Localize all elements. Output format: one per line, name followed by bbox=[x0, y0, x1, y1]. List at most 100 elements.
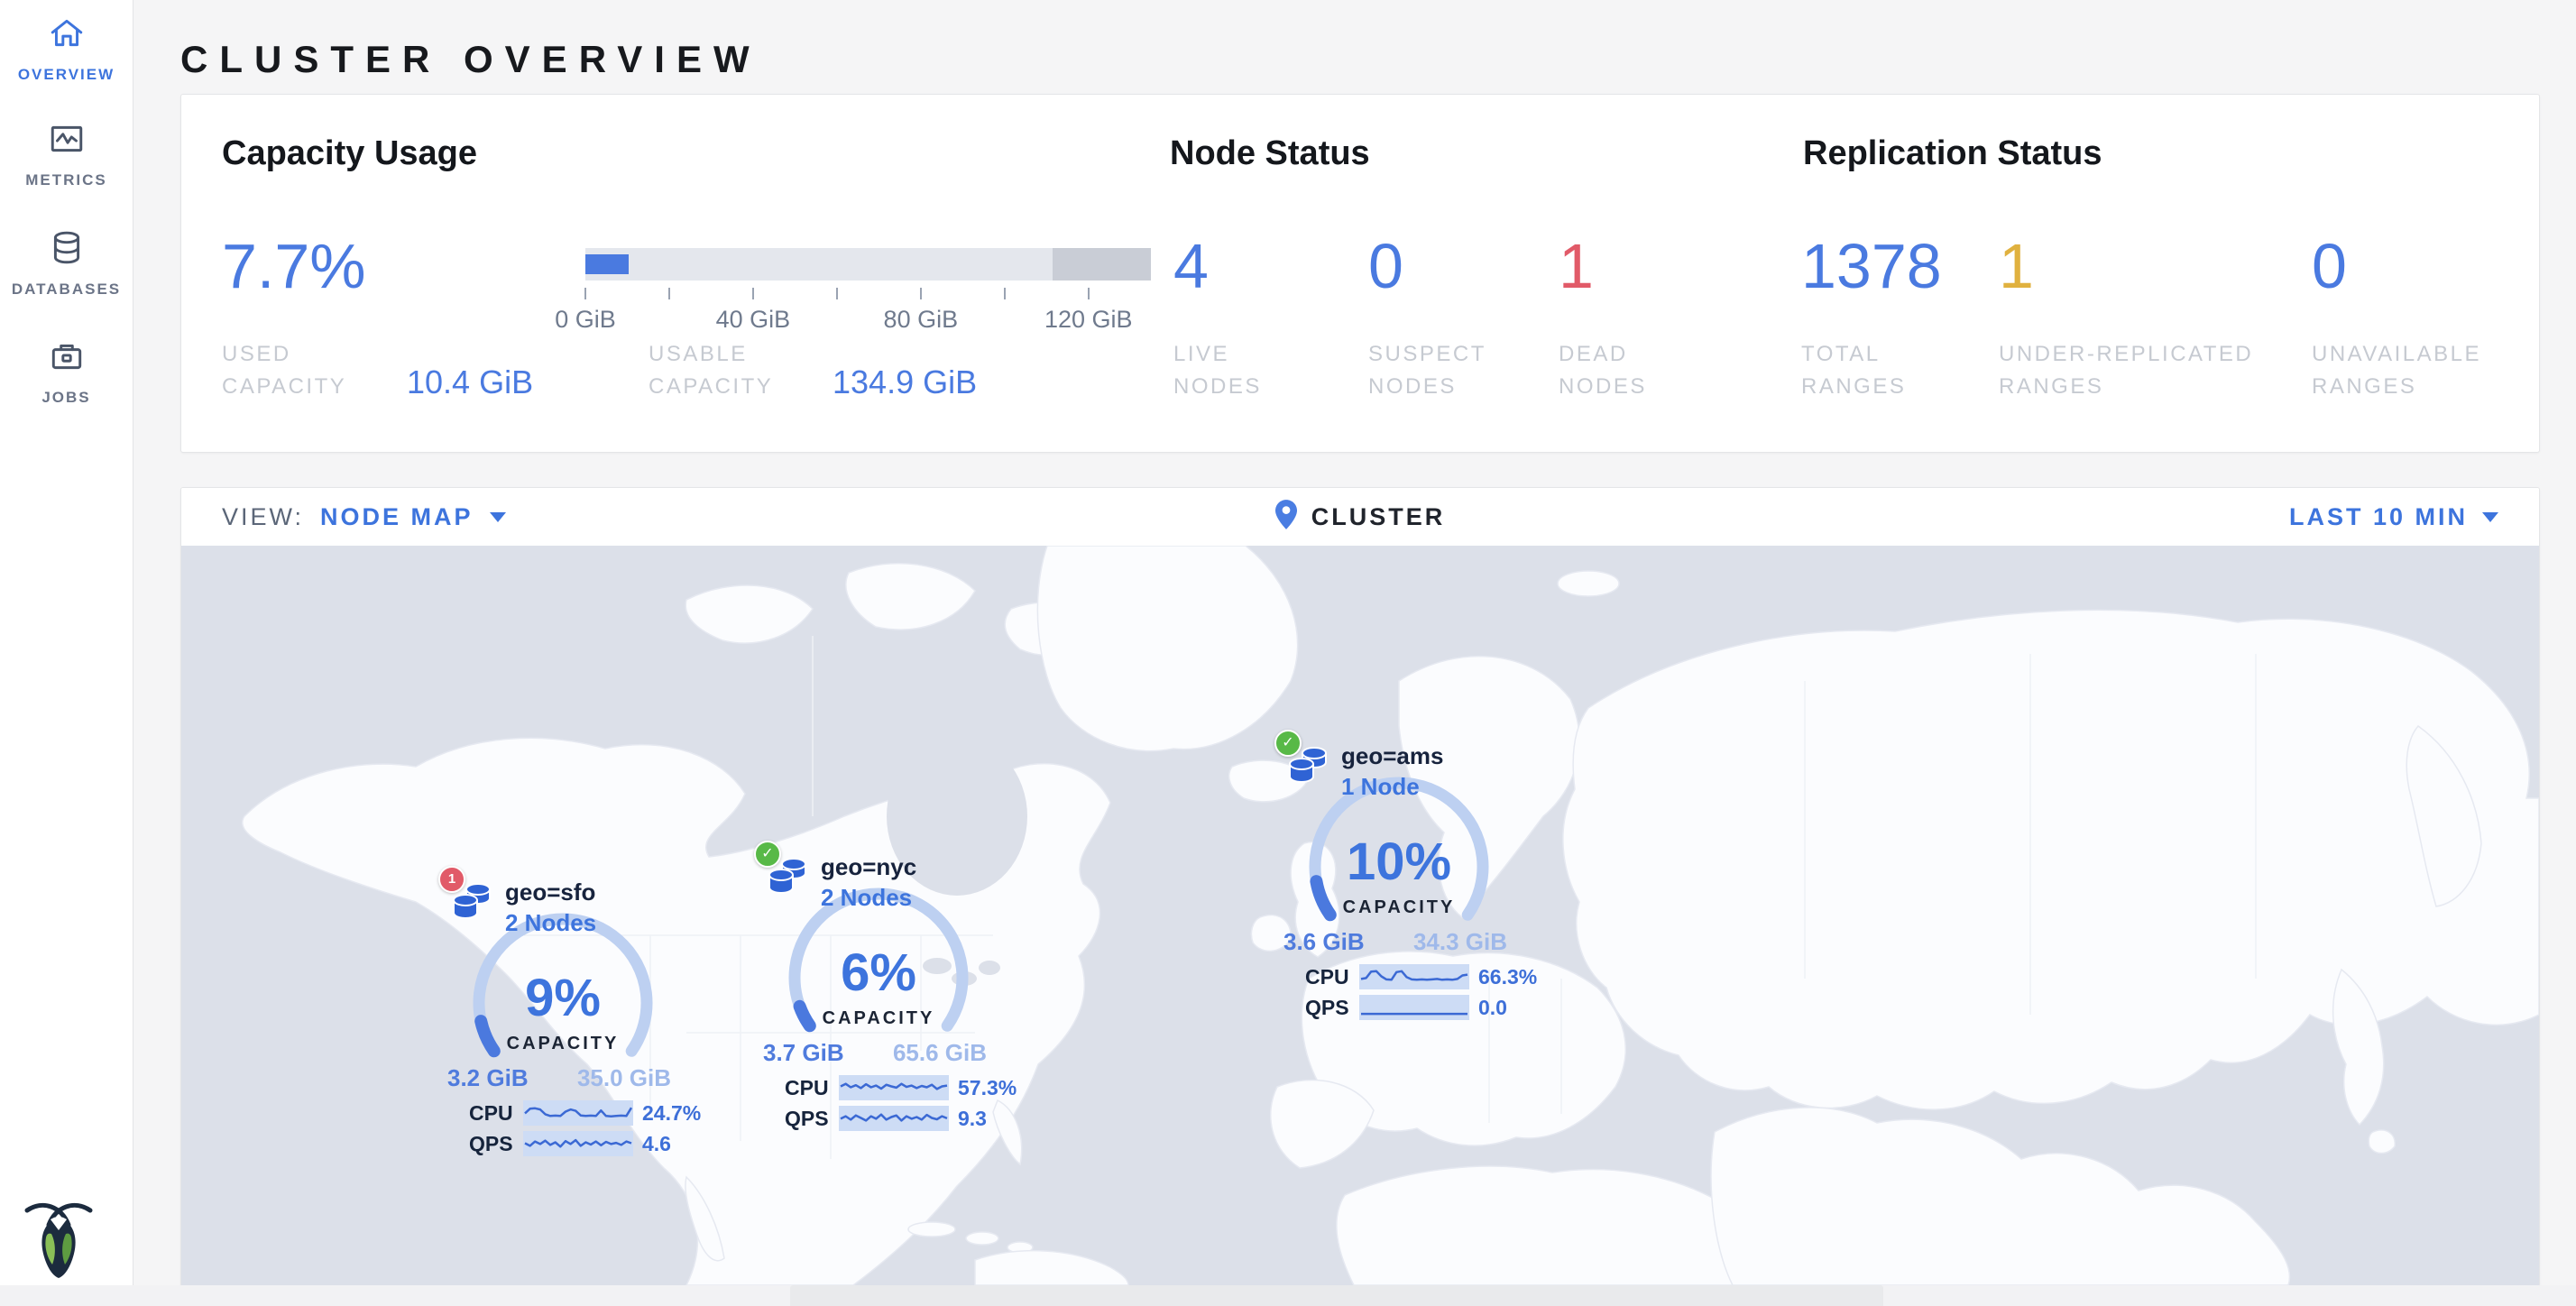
sidebar-item-label: JOBS bbox=[0, 389, 133, 407]
databases-stack-icon bbox=[767, 857, 808, 899]
axis-tick bbox=[1088, 288, 1090, 299]
cpu-label: CPU bbox=[469, 1100, 513, 1126]
sidebar-item-metrics[interactable]: METRICS bbox=[0, 120, 133, 189]
sidebar-item-label: OVERVIEW bbox=[0, 66, 133, 84]
sidebar-item-databases[interactable]: DATABASES bbox=[0, 229, 133, 299]
cpu-label: CPU bbox=[1305, 964, 1349, 989]
time-range-dropdown[interactable]: LAST 10 MIN bbox=[2289, 503, 2468, 531]
qps-sparkline bbox=[1359, 995, 1469, 1020]
locality-name: geo=sfo bbox=[505, 878, 595, 906]
under-replicated-label: UNDER-REPLICATED RANGES bbox=[1999, 338, 2296, 403]
axis-tick-label: 40 GiB bbox=[708, 306, 798, 334]
axis-tick bbox=[668, 288, 670, 299]
axis-tick bbox=[752, 288, 754, 299]
locality-name: geo=ams bbox=[1341, 742, 1443, 770]
capacity-total-value: 35.0 GiB bbox=[572, 1064, 671, 1092]
locality-node-count[interactable]: 1 Node bbox=[1341, 773, 1420, 801]
axis-tick bbox=[836, 288, 838, 299]
capacity-percent: 6% bbox=[752, 945, 1005, 1001]
qps-value: 0.0 bbox=[1478, 995, 1507, 1020]
capacity-bar-used bbox=[585, 254, 629, 274]
node-status-title: Node Status bbox=[1170, 134, 1370, 173]
total-ranges-label: TOTAL RANGES bbox=[1801, 338, 1946, 403]
node-map-card: VIEW: NODE MAP CLUSTER LAST 10 MIN bbox=[180, 487, 2540, 1287]
capacity-axis: 0 GiB40 GiB80 GiB120 GiB bbox=[585, 288, 1163, 342]
cpu-sparkline bbox=[1359, 964, 1469, 989]
axis-tick-label: 80 GiB bbox=[876, 306, 966, 334]
locality-node-count[interactable]: 2 Nodes bbox=[821, 884, 912, 912]
suspect-nodes-count: 0 bbox=[1368, 230, 1403, 302]
replication-status-title: Replication Status bbox=[1803, 134, 2102, 173]
capacity-usage-title: Capacity Usage bbox=[222, 134, 477, 173]
home-icon bbox=[48, 14, 86, 57]
map-toolbar: VIEW: NODE MAP CLUSTER LAST 10 MIN bbox=[181, 488, 2539, 547]
under-replicated-count: 1 bbox=[1999, 230, 2034, 302]
qps-sparkline bbox=[523, 1131, 633, 1156]
qps-value: 9.3 bbox=[958, 1106, 987, 1131]
chevron-down-icon[interactable] bbox=[2482, 512, 2498, 522]
capacity-total-value: 65.6 GiB bbox=[888, 1039, 987, 1067]
locality-marker[interactable]: ✓ geo=nyc 2 Nodes 6% CAPACITY 3.7 GiB 65… bbox=[752, 841, 1032, 1147]
capacity-bar-reserved bbox=[1053, 248, 1151, 281]
chart-icon bbox=[48, 120, 86, 162]
sidebar-item-label: METRICS bbox=[0, 171, 133, 189]
databases-stack-icon bbox=[451, 882, 492, 924]
capacity-percent: 7.7% bbox=[222, 230, 366, 302]
capacity-percent: 9% bbox=[437, 970, 689, 1026]
capacity-caption: CAPACITY bbox=[437, 1034, 689, 1054]
qps-label: QPS bbox=[785, 1106, 829, 1131]
qps-label: QPS bbox=[469, 1131, 513, 1156]
databases-stack-icon bbox=[1287, 746, 1329, 788]
axis-tick bbox=[584, 288, 586, 299]
live-nodes-count: 4 bbox=[1173, 230, 1209, 302]
locality-marker[interactable]: ✓ geo=ams 1 Node 10% CAPACITY 3.6 GiB 34… bbox=[1273, 730, 1552, 1036]
total-ranges-count: 1378 bbox=[1801, 230, 1942, 302]
used-capacity-label: USED CAPACITY bbox=[222, 338, 380, 403]
cpu-sparkline bbox=[523, 1100, 633, 1126]
briefcase-icon bbox=[48, 337, 86, 380]
capacity-caption: CAPACITY bbox=[752, 1008, 1005, 1029]
cpu-value: 24.7% bbox=[642, 1100, 701, 1126]
map-pin-icon bbox=[1275, 500, 1297, 534]
sidebar-item-overview[interactable]: OVERVIEW bbox=[0, 14, 133, 84]
qps-sparkline bbox=[839, 1106, 949, 1131]
world-map: 1 geo=sfo 2 Nodes 9% CAPACITY 3.2 GiB 35… bbox=[181, 546, 2539, 1285]
sidebar-item-jobs[interactable]: JOBS bbox=[0, 337, 133, 407]
cpu-value: 66.3% bbox=[1478, 964, 1537, 989]
capacity-bar bbox=[585, 248, 1151, 281]
suspect-nodes-label: SUSPECT NODES bbox=[1368, 338, 1504, 403]
axis-tick bbox=[920, 288, 922, 299]
locality-name: geo=nyc bbox=[821, 853, 916, 881]
cluster-summary-card: Capacity Usage 7.7% 0 GiB 40 GiB 80 GiB 120… bbox=[180, 94, 2540, 453]
dead-nodes-label: DEAD NODES bbox=[1559, 338, 1694, 403]
cpu-label: CPU bbox=[785, 1075, 829, 1100]
capacity-percent: 10% bbox=[1273, 834, 1525, 890]
axis-tick-label: 120 GiB bbox=[1044, 306, 1134, 334]
capacity-caption: CAPACITY bbox=[1273, 897, 1525, 918]
dead-nodes-count: 1 bbox=[1559, 230, 1594, 302]
database-icon bbox=[48, 229, 86, 271]
unavailable-label: UNAVAILABLE RANGES bbox=[2312, 338, 2546, 403]
cpu-sparkline bbox=[839, 1075, 949, 1100]
capacity-used-value: 3.6 GiB bbox=[1283, 928, 1365, 956]
locality-marker[interactable]: 1 geo=sfo 2 Nodes 9% CAPACITY 3.2 GiB 35… bbox=[437, 866, 716, 1173]
axis-tick bbox=[1004, 288, 1006, 299]
usable-capacity-value: 134.9 GiB bbox=[833, 363, 977, 401]
capacity-used-value: 3.2 GiB bbox=[447, 1064, 529, 1092]
axis-tick-label: 0 GiB bbox=[540, 306, 630, 334]
breadcrumb-cluster: CLUSTER bbox=[1311, 503, 1446, 531]
sidebar: OVERVIEW METRICS DATABASES JOBS bbox=[0, 0, 133, 1306]
usable-capacity-label: USABLE CAPACITY bbox=[649, 338, 811, 403]
scrolled-panel-edge bbox=[0, 1285, 2576, 1306]
capacity-used-value: 3.7 GiB bbox=[763, 1039, 844, 1067]
locality-node-count[interactable]: 2 Nodes bbox=[505, 909, 596, 937]
capacity-total-value: 34.3 GiB bbox=[1408, 928, 1507, 956]
scrolled-panel-top bbox=[790, 1285, 1883, 1306]
page-title: CLUSTER OVERVIEW bbox=[180, 38, 761, 81]
sidebar-item-label: DATABASES bbox=[0, 281, 133, 299]
unavailable-count: 0 bbox=[2312, 230, 2347, 302]
cluster-overview-page: OVERVIEW METRICS DATABASES JOBS bbox=[0, 0, 2576, 1306]
cpu-value: 57.3% bbox=[958, 1075, 1017, 1100]
qps-value: 4.6 bbox=[642, 1131, 671, 1156]
live-nodes-label: LIVE NODES bbox=[1173, 338, 1309, 403]
